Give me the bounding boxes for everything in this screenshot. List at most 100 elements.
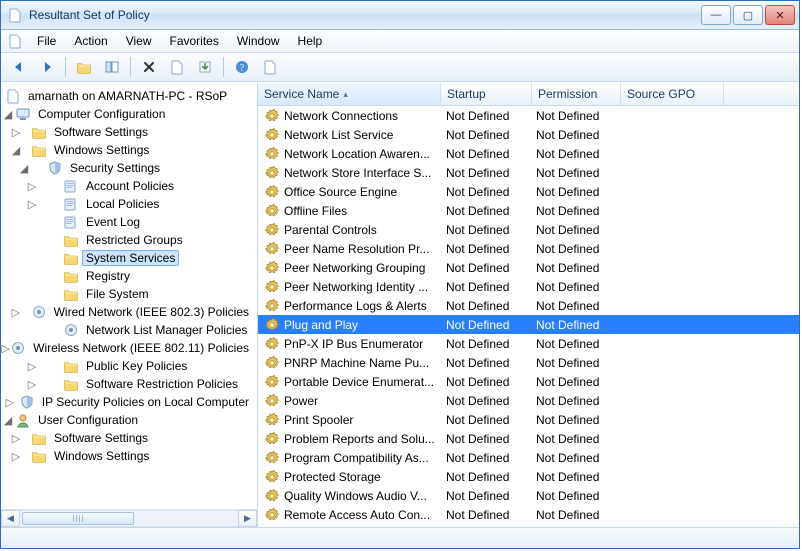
help-button[interactable]: ? [230,55,254,79]
service-row[interactable]: PnP-X IP Bus EnumeratorNot DefinedNot De… [258,334,799,353]
tree-public-key-policies[interactable]: ▷ Public Key Policies [1,357,257,375]
menu-file[interactable]: File [29,32,64,50]
export-button[interactable] [193,55,217,79]
menu-window[interactable]: Window [229,32,288,50]
tree-user-software-settings[interactable]: ▷ Software Settings [1,429,257,447]
shield-icon [47,160,63,176]
tree-security-settings[interactable]: ◢ Security Settings [1,159,257,177]
scroll-track[interactable] [20,510,238,527]
tree-root[interactable]: amarnath on AMARNATH-PC - RSoP [1,87,257,105]
service-name-text: Network Location Awaren... [284,147,430,161]
service-row[interactable]: Network ConnectionsNot DefinedNot Define… [258,106,799,125]
tree-restricted-groups[interactable]: Restricted Groups [1,231,257,249]
service-row[interactable]: PNRP Machine Name Pu...Not DefinedNot De… [258,353,799,372]
back-button[interactable] [7,55,31,79]
window-title: Resultant Set of Policy [29,8,695,22]
up-button[interactable] [72,55,96,79]
menu-favorites[interactable]: Favorites [162,32,227,50]
tree-horizontal-scrollbar[interactable]: ◀ ▶ [1,509,257,527]
tree-local-policies[interactable]: ▷ Local Policies [1,195,257,213]
service-list[interactable]: Network ConnectionsNot DefinedNot Define… [258,106,799,527]
maximize-button[interactable]: ▢ [733,5,763,25]
service-row[interactable]: PowerNot DefinedNot Defined [258,391,799,410]
service-row[interactable]: Performance Logs & AlertsNot DefinedNot … [258,296,799,315]
minimize-button[interactable]: — [701,5,731,25]
permission-cell: Not Defined [530,128,618,142]
service-name-text: Print Spooler [284,413,353,427]
service-row[interactable]: Remote Access Auto Con...Not DefinedNot … [258,505,799,524]
startup-cell: Not Defined [440,204,530,218]
menu-action[interactable]: Action [66,32,115,50]
list-pane: Service Name ▴ Startup Permission Source… [258,83,799,527]
service-row[interactable]: Network Location Awaren...Not DefinedNot… [258,144,799,163]
service-row[interactable]: Problem Reports and Solu...Not DefinedNo… [258,429,799,448]
service-row[interactable]: Quality Windows Audio V...Not DefinedNot… [258,486,799,505]
service-row[interactable]: Network Store Interface S...Not DefinedN… [258,163,799,182]
service-row[interactable]: Network List ServiceNot DefinedNot Defin… [258,125,799,144]
service-row[interactable]: Portable Device Enumerat...Not DefinedNo… [258,372,799,391]
delete-button[interactable] [137,55,161,79]
service-row[interactable]: Office Source EngineNot DefinedNot Defin… [258,182,799,201]
close-button[interactable]: ✕ [765,5,795,25]
service-row[interactable]: Protected StorageNot DefinedNot Defined [258,467,799,486]
tree-event-log[interactable]: Event Log [1,213,257,231]
forward-button[interactable] [35,55,59,79]
permission-cell: Not Defined [530,470,618,484]
column-service-name[interactable]: Service Name ▴ [258,83,441,105]
startup-cell: Not Defined [440,432,530,446]
service-name-text: Network List Service [284,128,393,142]
tree-user-configuration[interactable]: ◢ User Configuration [1,411,257,429]
startup-cell: Not Defined [440,242,530,256]
toolbar: ? [1,53,799,82]
service-row[interactable]: Offline FilesNot DefinedNot Defined [258,201,799,220]
service-name-cell: Power [258,393,440,409]
column-permission[interactable]: Permission [532,83,621,105]
folder-icon [31,142,47,158]
scroll-thumb[interactable] [22,512,134,525]
about-button[interactable] [258,55,282,79]
service-name-cell: Peer Networking Identity ... [258,279,440,295]
tree-label: Security Settings [66,160,164,176]
tree-windows-settings[interactable]: ◢ Windows Settings [1,141,257,159]
tree-ip-security[interactable]: ▷ IP Security Policies on Local Computer [1,393,257,411]
tree-registry[interactable]: Registry [1,267,257,285]
column-startup[interactable]: Startup [441,83,532,105]
menu-view[interactable]: View [118,32,160,50]
service-row[interactable]: Peer Networking Identity ...Not DefinedN… [258,277,799,296]
folder-icon [31,430,47,446]
tree-user-windows-settings[interactable]: ▷ Windows Settings [1,447,257,465]
service-row[interactable]: Peer Name Resolution Pr...Not DefinedNot… [258,239,799,258]
permission-cell: Not Defined [530,204,618,218]
tree-account-policies[interactable]: ▷ Account Policies [1,177,257,195]
service-row[interactable]: Plug and PlayNot DefinedNot Defined [258,315,799,334]
toolbar-separator [130,57,131,77]
tree-file-system[interactable]: File System [1,285,257,303]
tree-system-services[interactable]: System Services [1,249,257,267]
tree-network-list-manager[interactable]: Network List Manager Policies [1,321,257,339]
scroll-left-button[interactable]: ◀ [1,510,20,527]
service-name-cell: Network Location Awaren... [258,146,440,162]
menu-help[interactable]: Help [290,32,331,50]
service-row[interactable]: Program Compatibility As...Not DefinedNo… [258,448,799,467]
scroll-right-button[interactable]: ▶ [238,510,257,527]
gear-icon [264,507,280,523]
toggle-tree-button[interactable] [100,55,124,79]
column-source-gpo[interactable]: Source GPO [621,83,724,105]
service-name-text: Protected Storage [284,470,381,484]
permission-cell: Not Defined [530,318,618,332]
tree-label: Computer Configuration [34,106,169,122]
titlebar[interactable]: Resultant Set of Policy — ▢ ✕ [1,1,799,30]
tree-software-settings[interactable]: ▷ Software Settings [1,123,257,141]
app-icon [7,7,23,23]
service-row[interactable]: Parental ControlsNot DefinedNot Defined [258,220,799,239]
service-name-text: Power [284,394,318,408]
properties-button[interactable] [165,55,189,79]
service-row[interactable]: Print SpoolerNot DefinedNot Defined [258,410,799,429]
tree-wireless-network[interactable]: ▷ Wireless Network (IEEE 802.11) Policie… [1,339,257,357]
tree-computer-configuration[interactable]: ◢ Computer Configuration [1,105,257,123]
tree-wired-network[interactable]: ▷ Wired Network (IEEE 802.3) Policies [1,303,257,321]
service-row[interactable]: Peer Networking GroupingNot DefinedNot D… [258,258,799,277]
console-tree[interactable]: amarnath on AMARNATH-PC - RSoP ◢ Compute… [1,83,257,509]
gear-icon [264,450,280,466]
tree-software-restriction[interactable]: ▷ Software Restriction Policies [1,375,257,393]
